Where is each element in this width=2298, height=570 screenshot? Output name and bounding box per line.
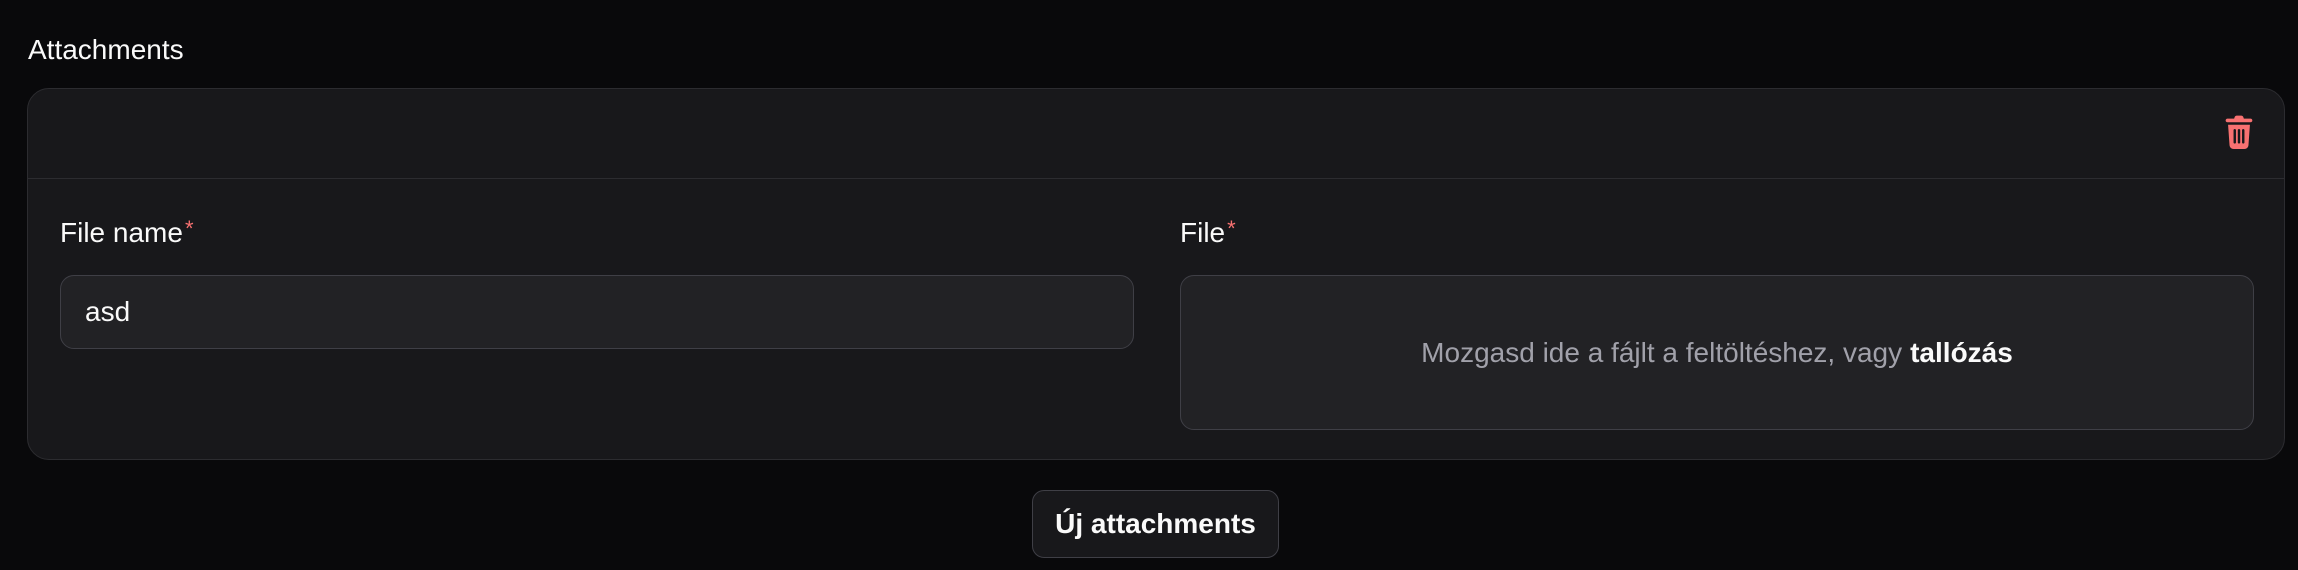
required-marker: *: [184, 216, 194, 241]
browse-link[interactable]: tallózás: [1910, 337, 2013, 369]
file-label: File: [1180, 217, 1226, 248]
required-marker: *: [1227, 216, 1236, 241]
file-dropzone[interactable]: Mozgasd ide a fájlt a feltöltéshez, vagy…: [1180, 275, 2254, 430]
section-title: Attachments: [28, 34, 184, 65]
dropzone-text: Mozgasd ide a fájlt a feltöltéshez, vagy: [1421, 336, 1903, 368]
file-field: File* Mozgasd ide a fájlt a feltöltéshez…: [1180, 211, 2254, 430]
attachment-item-header: [28, 89, 2284, 179]
add-attachment-button[interactable]: Új attachments: [1032, 490, 1279, 558]
delete-attachment-button[interactable]: [2218, 113, 2260, 155]
trash-icon: [2224, 115, 2254, 154]
file-name-field: File name*: [60, 211, 1134, 349]
file-name-label: File name: [60, 217, 183, 248]
attachment-item: File name* File* Mozgasd ide a fájlt a f…: [27, 88, 2285, 460]
file-name-input[interactable]: [60, 275, 1134, 349]
